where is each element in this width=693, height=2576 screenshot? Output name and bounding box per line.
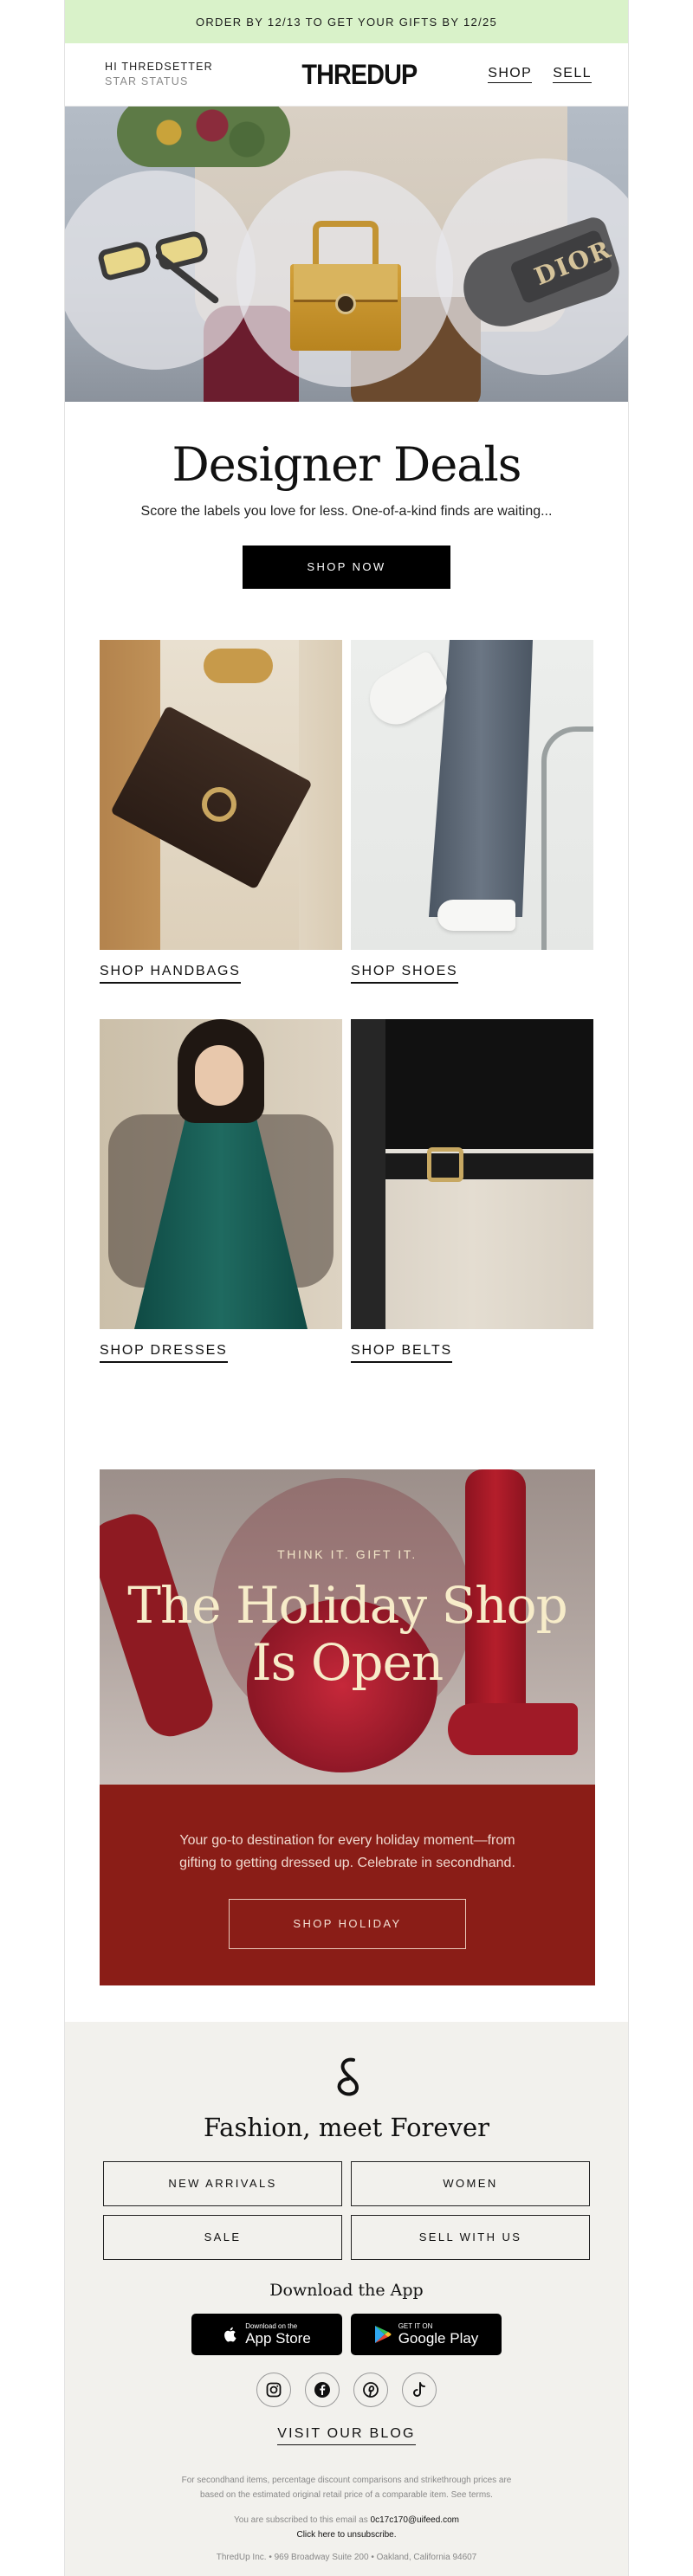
shop-belts-link[interactable]: SHOP BELTS bbox=[351, 1343, 452, 1363]
tote-bag-circle bbox=[236, 171, 453, 387]
apple-icon bbox=[224, 2327, 236, 2342]
tile-shoes[interactable]: SHOP SHOES bbox=[351, 640, 593, 984]
company-address: ThredUp Inc. • 969 Broadway Suite 200 • … bbox=[216, 2553, 477, 2562]
unsubscribe-link[interactable]: Click here to unsubscribe. bbox=[65, 2528, 628, 2542]
page: ORDER BY 12/13 TO GET YOUR GIFTS BY 12/2… bbox=[0, 0, 693, 2576]
shop-shoes-link[interactable]: SHOP SHOES bbox=[351, 964, 458, 984]
holiday-title-line1: The Holiday Shop bbox=[127, 1576, 567, 1635]
tote-bag-icon bbox=[290, 221, 401, 351]
shop-holiday-button[interactable]: SHOP HOLIDAY bbox=[229, 1899, 466, 1949]
promo-banner-text: ORDER BY 12/13 TO GET YOUR GIFTS BY 12/2… bbox=[195, 15, 498, 29]
facebook-icon[interactable] bbox=[305, 2373, 340, 2407]
pricing-disclaimer: For secondhand items, percentage discoun… bbox=[65, 2473, 628, 2502]
slide-sandal-icon: DIOR bbox=[453, 210, 626, 337]
dress-image[interactable] bbox=[100, 1019, 342, 1329]
pricing-disclaimer-line2: based on the estimated original retail p… bbox=[200, 2490, 493, 2500]
women-button[interactable]: WOMEN bbox=[351, 2161, 590, 2206]
thredup-logo[interactable]: THREDUP bbox=[301, 59, 418, 91]
hero-image[interactable]: DIOR bbox=[65, 107, 628, 402]
belt-image[interactable] bbox=[351, 1019, 593, 1329]
holiday-image[interactable]: THINK IT. GIFT IT. The Holiday Shop Is O… bbox=[100, 1469, 595, 1785]
shop-handbags-link[interactable]: SHOP HANDBAGS bbox=[100, 964, 241, 984]
designer-deals-section: Designer Deals Score the labels you love… bbox=[65, 402, 628, 589]
download-app-title: Download the App bbox=[269, 2281, 424, 2300]
category-grid: SHOP HANDBAGS SHOP SHOES SHOP DRESSES SH… bbox=[65, 589, 628, 1363]
subscription-prefix: You are subscribed to this email as bbox=[234, 2515, 368, 2525]
social-links bbox=[65, 2373, 628, 2407]
subscription-notice: You are subscribed to this email as 0c17… bbox=[65, 2513, 628, 2542]
hero-flowers-shape bbox=[117, 107, 290, 167]
footer-tagline: Fashion, meet Forever bbox=[204, 2113, 489, 2142]
promo-banner[interactable]: ORDER BY 12/13 TO GET YOUR GIFTS BY 12/2… bbox=[65, 0, 628, 43]
tile-belts[interactable]: SHOP BELTS bbox=[351, 1019, 593, 1363]
app-store-small-text: Download on the bbox=[245, 2321, 298, 2330]
footer: Fashion, meet Forever NEW ARRIVALS WOMEN… bbox=[65, 2022, 628, 2576]
instagram-icon[interactable] bbox=[256, 2373, 291, 2407]
thredup-infinity-icon bbox=[337, 2057, 359, 2096]
designer-deals-subtitle: Score the labels you love for less. One-… bbox=[140, 504, 553, 519]
holiday-title: The Holiday Shop Is Open bbox=[100, 1577, 595, 1691]
tiktok-icon[interactable] bbox=[402, 2373, 437, 2407]
sunglasses-circle bbox=[65, 171, 256, 370]
shop-now-button[interactable]: SHOP NOW bbox=[243, 546, 450, 589]
app-store-badge[interactable]: Download on the App Store bbox=[191, 2314, 342, 2355]
visit-blog-link[interactable]: VISIT OUR BLOG bbox=[277, 2426, 416, 2445]
footer-category-buttons: NEW ARRIVALS WOMEN SALE SELL WITH US bbox=[65, 2161, 628, 2260]
nav-sell-link[interactable]: SELL bbox=[553, 66, 592, 83]
greeting: HI THREDSETTER bbox=[105, 61, 213, 73]
sunglasses-icon bbox=[96, 229, 220, 305]
sell-with-us-button[interactable]: SELL WITH US bbox=[351, 2215, 590, 2260]
holiday-shop-section: THINK IT. GIFT IT. The Holiday Shop Is O… bbox=[100, 1469, 595, 1985]
holiday-panel: Your go-to destination for every holiday… bbox=[100, 1785, 595, 1985]
app-store-badges: Download on the App Store GET IT ON Goog… bbox=[65, 2314, 628, 2355]
header: HI THREDSETTER STAR STATUS THREDUP SHOP … bbox=[65, 43, 628, 107]
pricing-disclaimer-line1: For secondhand items, percentage discoun… bbox=[181, 2476, 512, 2485]
member-status: STAR STATUS bbox=[105, 75, 189, 87]
tile-dresses[interactable]: SHOP DRESSES bbox=[100, 1019, 342, 1363]
header-nav: SHOP SELL bbox=[488, 66, 592, 83]
shop-dresses-link[interactable]: SHOP DRESSES bbox=[100, 1343, 228, 1363]
google-play-icon bbox=[374, 2326, 392, 2343]
greeting-block: HI THREDSETTER STAR STATUS bbox=[105, 60, 213, 89]
subscriber-email: 0c17c170@uifeed.com bbox=[370, 2515, 459, 2525]
designer-deals-title: Designer Deals bbox=[172, 437, 522, 492]
new-arrivals-button[interactable]: NEW ARRIVALS bbox=[103, 2161, 342, 2206]
holiday-body: Your go-to destination for every holiday… bbox=[179, 1833, 515, 1870]
holiday-kicker: THINK IT. GIFT IT. bbox=[277, 1547, 418, 1561]
nav-shop-link[interactable]: SHOP bbox=[488, 66, 533, 83]
google-play-label: Google Play bbox=[398, 2329, 479, 2347]
tile-handbags[interactable]: SHOP HANDBAGS bbox=[100, 640, 342, 984]
google-play-small-text: GET IT ON bbox=[398, 2321, 433, 2330]
google-play-badge[interactable]: GET IT ON Google Play bbox=[351, 2314, 502, 2355]
pinterest-icon[interactable] bbox=[353, 2373, 388, 2407]
sale-button[interactable]: SALE bbox=[103, 2215, 342, 2260]
email-container: ORDER BY 12/13 TO GET YOUR GIFTS BY 12/2… bbox=[64, 0, 629, 2576]
shoes-image[interactable] bbox=[351, 640, 593, 950]
app-store-label: App Store bbox=[245, 2329, 311, 2347]
handbag-image[interactable] bbox=[100, 640, 342, 950]
holiday-title-line2: Is Open bbox=[251, 1633, 444, 1692]
